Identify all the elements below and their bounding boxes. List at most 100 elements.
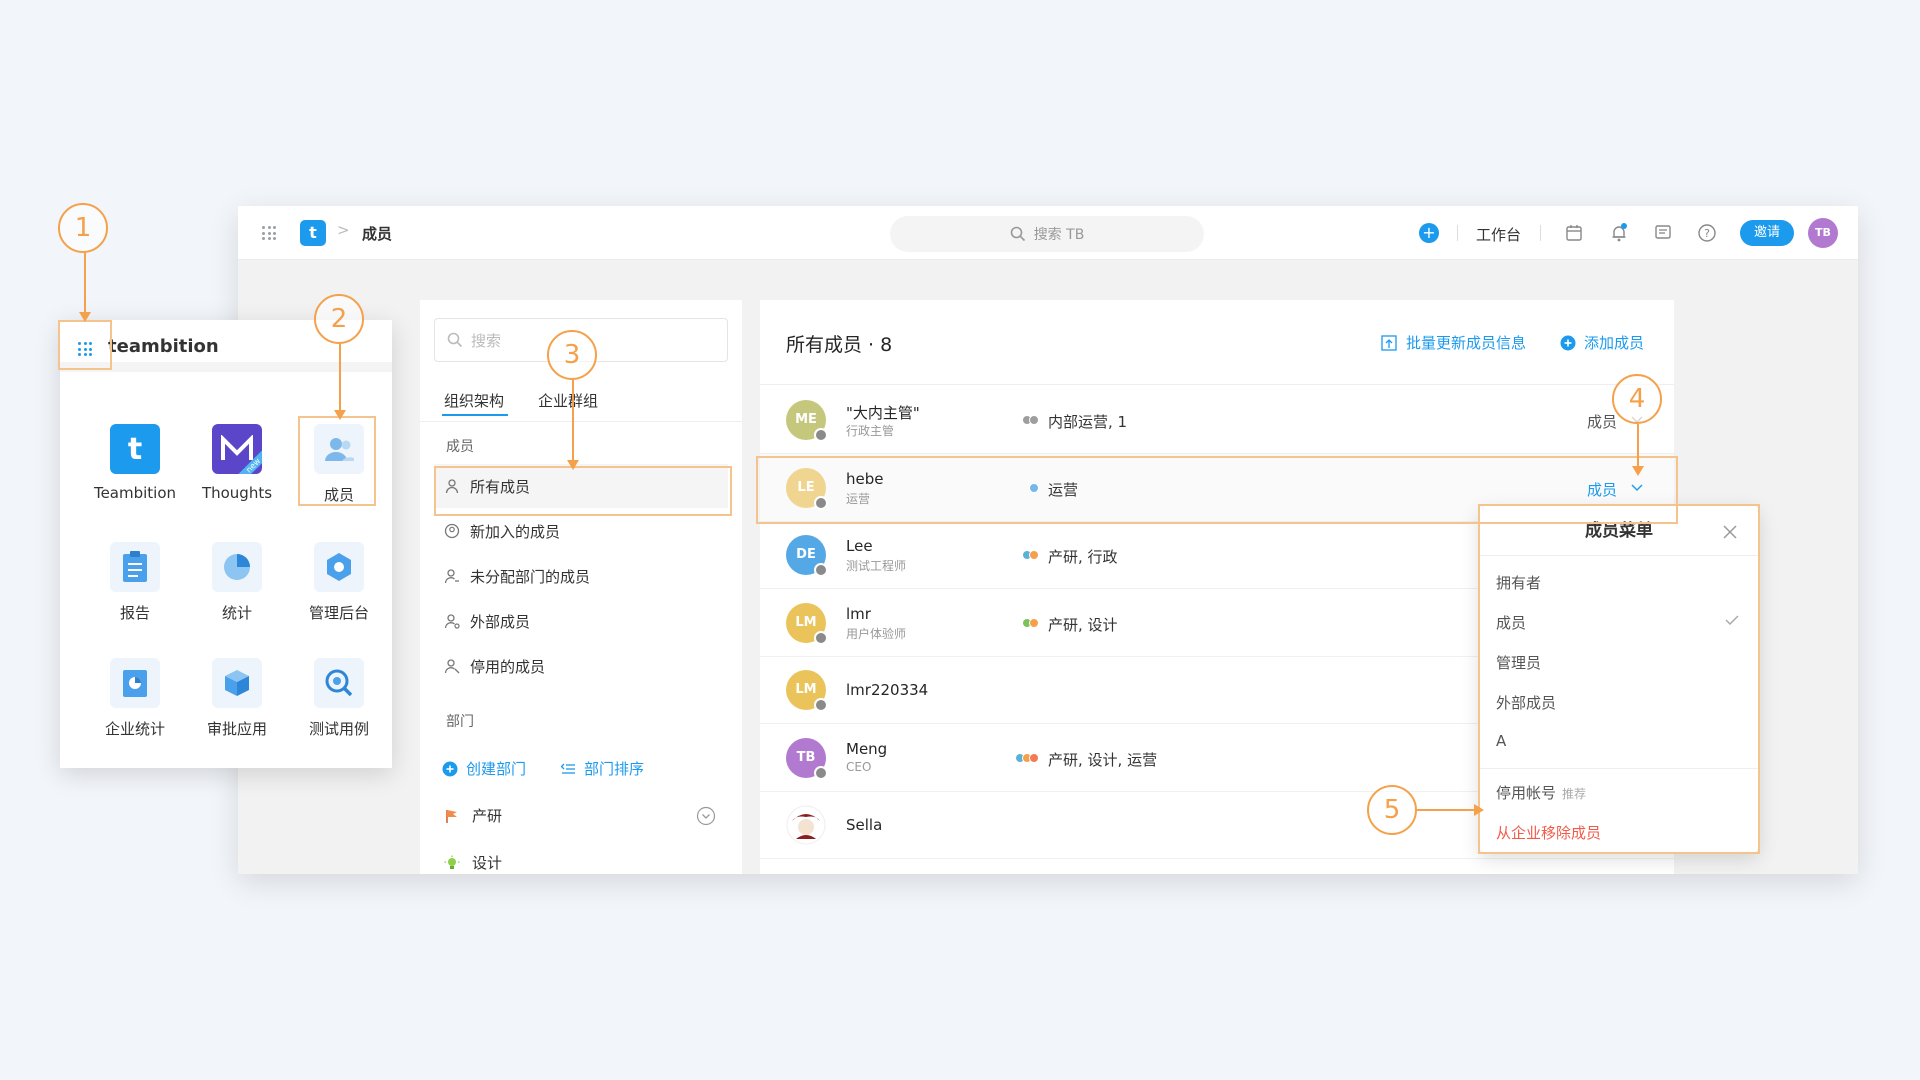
- create-plus-button[interactable]: +: [1419, 223, 1439, 243]
- app-launcher-popup: teambition t Teambition new Thoughts 成员 …: [60, 320, 392, 768]
- avatar[interactable]: [786, 805, 826, 845]
- app-test-cases[interactable]: 测试用例: [294, 658, 384, 739]
- department-item-design[interactable]: 设计: [444, 852, 502, 873]
- department-item-rnd[interactable]: 产研: [444, 805, 502, 826]
- member-departments: 产研, 设计, 运营: [1048, 750, 1158, 769]
- org-sidebar: 搜索 组织架构 企业群组 成员 所有成员 新加入的成员 未分配部门的成员 外部成…: [420, 300, 742, 874]
- divider: [1540, 225, 1541, 241]
- sort-departments-button[interactable]: 部门排序: [560, 758, 644, 779]
- search-icon: [1010, 226, 1025, 242]
- annotation-step-2: 2: [314, 294, 364, 344]
- invite-button[interactable]: 邀请: [1740, 220, 1794, 246]
- avatar[interactable]: DE: [786, 535, 828, 577]
- annotation-arrow-icon: [334, 410, 346, 420]
- teambition-logo-icon[interactable]: t: [300, 220, 326, 246]
- member-name: Meng: [846, 739, 888, 758]
- avatar[interactable]: ME: [786, 400, 828, 442]
- members-section-title: 成员: [446, 439, 474, 455]
- calendar-icon[interactable]: [1563, 222, 1585, 244]
- create-department-button[interactable]: 创建部门: [442, 758, 526, 779]
- thoughts-logo-icon: new: [212, 424, 262, 474]
- nav-item-external-members[interactable]: 外部成员: [434, 599, 728, 643]
- status-badge: [814, 563, 828, 577]
- add-member-label: 添加成员: [1584, 334, 1645, 352]
- tab-enterprise-groups[interactable]: 企业群组: [538, 390, 598, 411]
- member-title: 测试工程师: [846, 559, 907, 573]
- annotation-highlight-member-menu: [1478, 504, 1760, 854]
- app-grid-icon[interactable]: [262, 226, 276, 240]
- sort-departments-label: 部门排序: [584, 760, 645, 778]
- annotation-highlight-members-app: [298, 416, 376, 506]
- create-department-label: 创建部门: [466, 760, 527, 778]
- nav-item-disabled-members[interactable]: 停用的成员: [434, 644, 728, 688]
- person-unassigned-icon: [444, 569, 459, 584]
- app-label: 统计: [221, 604, 252, 622]
- members-title: 所有成员 · 8: [786, 334, 893, 356]
- annotation-step-4: 4: [1612, 374, 1662, 424]
- flag-icon: [446, 809, 457, 823]
- notification-bell-icon[interactable]: [1608, 222, 1630, 244]
- app-statistics[interactable]: 统计: [192, 542, 282, 623]
- search-placeholder: 搜索: [471, 331, 502, 350]
- app-teambition[interactable]: t Teambition: [90, 424, 180, 502]
- message-icon[interactable]: [1652, 222, 1674, 244]
- nav-item-label: 外部成员: [470, 612, 531, 631]
- sort-icon: [560, 763, 575, 774]
- page-title: 成员: [362, 225, 393, 243]
- member-role-dropdown[interactable]: 成员: [1587, 411, 1617, 432]
- department-dot-icon: [1029, 415, 1039, 425]
- annotation-step-3: 3: [547, 330, 597, 380]
- global-search-input[interactable]: 搜索 TB: [890, 216, 1204, 252]
- launcher-brand: teambition: [108, 336, 219, 357]
- app-approval[interactable]: 审批应用: [192, 658, 282, 739]
- test-case-icon: [314, 658, 364, 708]
- divider: [1457, 225, 1458, 241]
- member-title: CEO: [846, 759, 872, 774]
- member-departments: 产研, 设计: [1048, 615, 1118, 634]
- add-member-button[interactable]: 添加成员: [1560, 332, 1644, 353]
- app-label: 测试用例: [308, 720, 369, 738]
- departments-section-title: 部门: [446, 714, 474, 730]
- annotation-highlight-all-members: [434, 466, 732, 516]
- member-title: 用户体验师: [846, 626, 907, 641]
- nav-item-label: 未分配部门的成员: [470, 567, 591, 586]
- svg-text:?: ?: [1704, 227, 1710, 240]
- teambition-logo-icon: t: [110, 424, 160, 474]
- app-thoughts[interactable]: new Thoughts: [192, 424, 282, 502]
- annotation-arrow-icon: [567, 460, 579, 470]
- annotation-arrow-icon: [79, 312, 91, 322]
- report-icon: [110, 542, 160, 592]
- department-label: 产研: [472, 807, 503, 825]
- pie-chart-icon: [212, 542, 262, 592]
- avatar[interactable]: LM: [786, 602, 828, 645]
- search-icon: [447, 332, 463, 348]
- person-external-icon: [444, 614, 460, 629]
- user-avatar[interactable]: TB: [1808, 218, 1838, 248]
- chevron-down-circle-icon[interactable]: [696, 806, 716, 826]
- active-tab-indicator: [442, 414, 508, 416]
- app-label: Teambition: [93, 484, 177, 502]
- nav-item-label: 停用的成员: [470, 657, 546, 676]
- nav-item-unassigned-members[interactable]: 未分配部门的成员: [434, 554, 728, 598]
- batch-update-label: 批量更新成员信息: [1406, 334, 1527, 352]
- app-report[interactable]: 报告: [90, 542, 180, 623]
- app-admin-console[interactable]: 管理后台: [294, 542, 384, 623]
- batch-update-button[interactable]: 批量更新成员信息: [1380, 332, 1526, 353]
- avatar[interactable]: TB: [786, 737, 828, 780]
- member-row[interactable]: ME "大内主管" 行政主管 内部运营, 1 成员: [760, 386, 1674, 454]
- enterprise-stats-icon: [110, 658, 160, 708]
- app-enterprise-stats[interactable]: 企业统计: [90, 658, 180, 739]
- app-label: 管理后台: [308, 604, 369, 622]
- department-color-dots: [1022, 550, 1039, 560]
- workbench-link[interactable]: 工作台: [1476, 224, 1521, 245]
- annotation-highlight-app-grid: [58, 320, 112, 370]
- search-placeholder: 搜索 TB: [1033, 227, 1085, 243]
- approval-cube-icon: [212, 658, 262, 708]
- tab-org-structure[interactable]: 组织架构: [444, 390, 504, 411]
- department-dot-icon: [1029, 752, 1039, 763]
- help-icon[interactable]: ?: [1696, 222, 1718, 244]
- annotation-line: [1637, 424, 1639, 468]
- avatar[interactable]: LM: [786, 670, 828, 712]
- annotation-arrow-icon: [1632, 466, 1644, 476]
- plus-circle-icon: [442, 761, 458, 776]
